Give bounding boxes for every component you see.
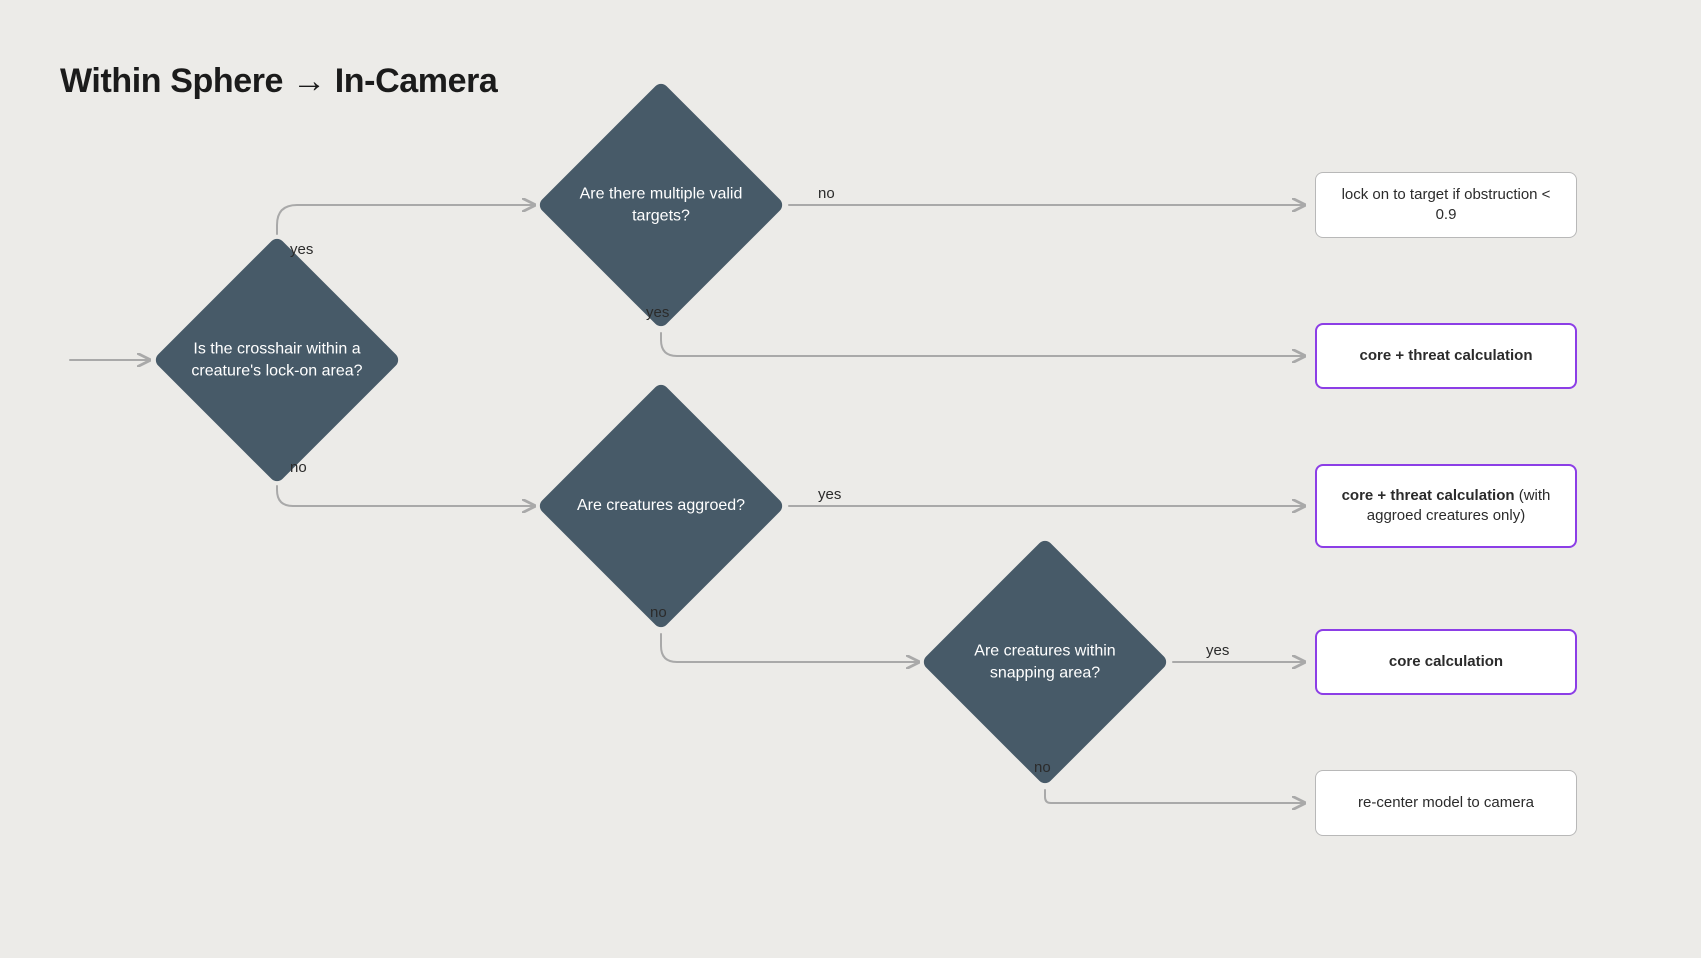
label-d2-yes: yes (646, 304, 669, 321)
label-d4-yes: yes (1206, 642, 1229, 659)
decision-crosshair: Is the crosshair within a creature's loc… (153, 236, 402, 485)
label-d3-no: no (650, 604, 667, 621)
flowchart-stage: Within Sphere → In-Camera Is the crossha… (0, 0, 1701, 958)
outcome-recenter: re-center model to camera (1315, 770, 1577, 836)
label-d4-no: no (1034, 759, 1051, 776)
label-d1-yes: yes (290, 241, 313, 258)
diagram-title: Within Sphere → In-Camera (60, 62, 497, 101)
outcome-lock-on: lock on to target if obstruction < 0.9 (1315, 172, 1577, 238)
label-d2-no: no (818, 185, 835, 202)
label-d1-no: no (290, 459, 307, 476)
outcome-core-calc: core calculation (1315, 629, 1577, 695)
decision-multiple-targets: Are there multiple valid targets? (537, 81, 786, 330)
decision-aggroed: Are creatures aggroed? (537, 382, 786, 631)
outcome-core-threat: core + threat calculation (1315, 323, 1577, 389)
decision-snapping-area: Are creatures within snapping area? (921, 538, 1170, 787)
label-d3-yes: yes (818, 486, 841, 503)
outcome-core-threat-aggroed: core + threat calculation (with aggroed … (1315, 464, 1577, 548)
